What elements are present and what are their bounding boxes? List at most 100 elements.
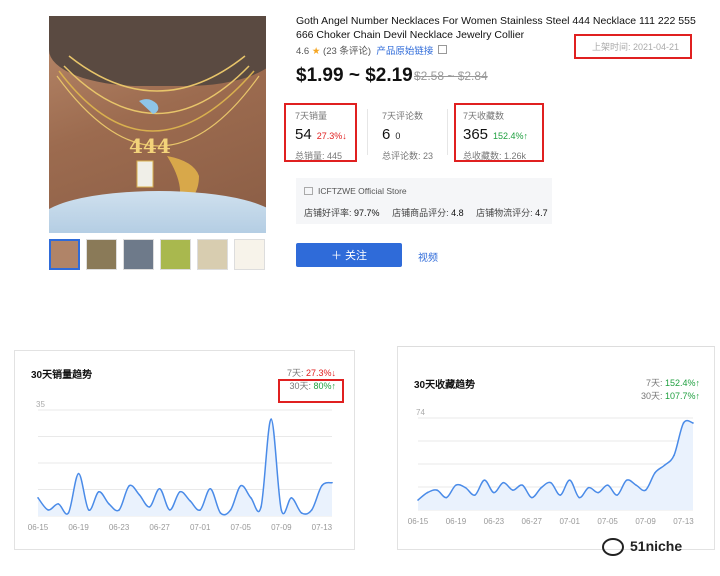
price: $1.99 ~ $2.19 [296,65,413,86]
data-point [77,472,80,475]
data-point [290,497,293,499]
data-point [436,489,438,491]
store-metrics: 店铺好评率: 97.7% 店铺商品评分: 4.8 店铺物流评分: 4.7 [304,206,558,219]
stat-total: 总收藏数: 1.26k [463,151,527,161]
data-point [512,489,514,491]
store-name[interactable]: ICFTZWE Official Store [318,186,407,196]
thumbnail-1[interactable] [49,239,80,270]
product-main-image[interactable]: 444 [49,16,266,233]
review-count[interactable]: (23 条评论) [323,46,371,57]
data-point [644,489,647,491]
data-point [168,509,171,511]
divider [367,109,368,155]
x-tick-label: 06-19 [446,517,467,526]
sales-trend-chart[interactable]: 35 06-15 06-19 06-23 06-27 07-01 07-05 07-09 07-… [14,396,355,536]
follow-button[interactable]: ＋ 关注 [296,243,402,267]
divider [447,109,448,155]
data-point [118,509,120,511]
thumbnail-6[interactable] [234,239,265,270]
data-point [483,479,486,481]
data-point [189,500,191,502]
data-point [426,491,429,494]
x-tick-label: 07-13 [312,523,333,532]
x-tick-label: 07-01 [559,517,580,526]
data-point [521,484,524,486]
copy-icon[interactable] [438,45,448,54]
data-point [128,484,131,487]
data-point [300,512,303,514]
x-tick-label: 06-23 [484,517,505,526]
x-tick-label: 07-05 [597,517,618,526]
data-point [148,506,151,508]
source-link[interactable]: 产品原始链接 [376,46,433,57]
favorites-trend-chart[interactable]: 74 06-15 06-19 06-23 06-27 07-01 07-05 07-09 07-… [397,404,715,538]
series-area [418,420,693,510]
video-link[interactable]: 视频 [418,249,438,264]
store-metric-label: 店铺物流评分: [476,208,533,218]
change-7d: 27.3%↓ [305,368,336,378]
data-point [625,479,628,481]
change-30d: 107.7%↑ [664,391,700,401]
data-point [597,491,599,494]
data-point [37,497,39,499]
thumbnail-4[interactable] [160,239,191,270]
favorites-trend-changes: 7天: 152.4%↑ 30天: 107.7%↑ [618,377,700,403]
sales-trend-title: 30天销量趋势 [31,370,93,381]
data-point [331,481,333,484]
stat-total: 总评论数: 23 [382,151,434,161]
x-tick-label: 06-23 [109,523,130,532]
data-point [67,512,70,514]
change-label: 30天: [640,391,663,401]
stat-label: 7天评论数 [382,111,424,121]
data-point [673,454,675,457]
change-label: 7天: [286,368,304,378]
stat-change: 0 [395,131,401,141]
change-label: 7天: [645,378,663,388]
stat-favorites: 7天收藏数 365 152.4%↑ 总收藏数: 1.26k [463,109,528,162]
data-point [98,490,100,493]
stat-value: 54 [295,126,312,143]
data-point [606,484,609,486]
data-point [616,494,618,496]
data-point [417,499,419,501]
data-point [455,484,457,486]
x-tick-label: 07-13 [673,517,694,526]
stat-reviews: 7天评论数 60 总评论数: 23 [382,109,433,162]
x-tick-label: 07-09 [635,517,656,526]
thumbnail-3[interactable] [123,239,154,270]
data-point [493,491,495,494]
star-icon: ★ [311,46,321,57]
x-tick-label: 06-27 [149,523,170,532]
store-icon [304,187,313,195]
watermark-text: 51niche [630,538,683,554]
thumbnail-2[interactable] [86,239,117,270]
data-point [474,494,476,496]
x-tick-label: 07-01 [190,523,211,532]
x-tick-label: 06-15 [408,517,429,526]
x-tick-label: 06-27 [522,517,543,526]
x-tick-label: 07-09 [271,523,292,532]
listed-date: 上架时间: 2021-04-21 [592,42,680,52]
data-point [209,487,212,490]
stat-change: 27.3%↓ [316,131,347,141]
data-point [578,496,581,499]
thumbnail-5[interactable] [197,239,228,270]
rating-row: 4.6 ★ (23 条评论) 产品原始链接 [296,43,448,57]
data-point [663,464,666,467]
data-point [108,503,110,505]
original-price: $2.58 ~ $2.84 [414,69,488,83]
data-point [682,422,685,424]
store-metric-value: 97.7% [354,208,380,218]
data-point [502,481,505,484]
store-metric-value: 4.7 [535,208,548,218]
data-point [654,471,656,474]
data-point [568,479,571,481]
data-point [158,487,161,490]
change-7d: 152.4%↑ [664,378,700,388]
store-metric-label: 店铺商品评分: [392,208,449,218]
stat-label: 7天收藏数 [463,111,505,121]
wechat-icon [602,538,624,557]
data-point [250,497,252,499]
data-point [445,496,448,499]
data-point [464,486,467,489]
